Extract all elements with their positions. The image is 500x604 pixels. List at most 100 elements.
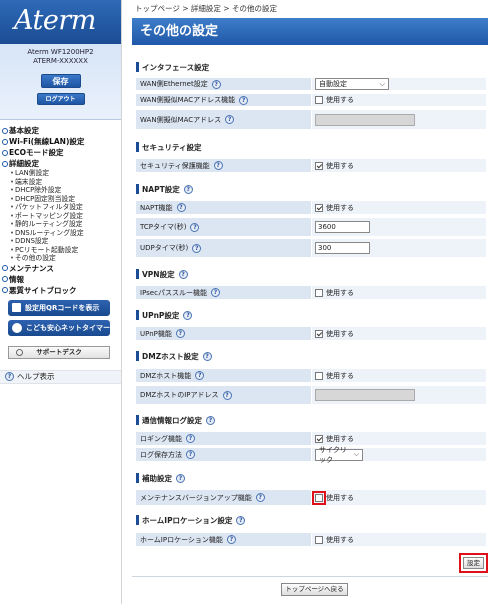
save-button[interactable]: 保存 — [40, 74, 81, 88]
help-icon[interactable]: ? — [176, 473, 185, 483]
row-dmz-func: DMZホスト機能? 使用する — [136, 369, 486, 383]
nav-bullet-icon — [2, 265, 8, 271]
help-icon[interactable]: ? — [195, 371, 205, 380]
help-icon[interactable]: ? — [239, 95, 249, 105]
subnav-dhcp-exclude[interactable]: •DHCP除外設定 — [10, 186, 121, 195]
nav-bullet-icon — [2, 287, 8, 293]
row-logging: ロギング機能? 使用する — [136, 432, 486, 446]
subnav-device[interactable]: •端末設定 — [10, 178, 121, 187]
help-icon[interactable]: ? — [210, 288, 220, 297]
kids-timer-button[interactable]: こども安心ネットタイマー — [8, 319, 110, 336]
subnav-packet-filter[interactable]: •パケットフィルタ設定 — [10, 203, 121, 212]
nav-bullet-icon — [2, 127, 8, 134]
timer-icon — [12, 322, 22, 333]
help-icon[interactable]: ? — [202, 351, 212, 361]
section-interface: インタフェース設定 — [136, 61, 209, 73]
security-func-checkbox[interactable] — [315, 161, 323, 170]
row-maint-version: メンテナンスバージョンアップ機能? 使用する — [136, 490, 486, 506]
chevron-down-icon: ⌵ — [379, 79, 385, 88]
nav-basic-settings[interactable]: 基本設定 — [2, 125, 121, 136]
chevron-down-icon: ⌵ — [353, 450, 359, 458]
help-icon[interactable]: ? — [190, 222, 200, 232]
subnav-lan[interactable]: •LAN側設定 — [10, 169, 121, 178]
nav-wifi-settings[interactable]: Wi-Fi(無線LAN)設定 — [2, 136, 121, 147]
help-icon[interactable]: ? — [176, 203, 186, 212]
help-icon[interactable]: ? — [213, 161, 223, 170]
dmz-func-checkbox[interactable] — [315, 371, 323, 380]
detail-settings-submenu: •LAN側設定 •端末設定 •DHCP除外設定 •DHCP固定割当設定 •パケッ… — [2, 169, 121, 263]
row-napt-func: NAPT機能? 使用する — [136, 201, 486, 215]
row-udp-timer: UDPタイマ(秒)? 300 — [136, 239, 486, 258]
maint-version-checkbox[interactable] — [312, 490, 326, 505]
qr-code-button[interactable]: 設定用QRコードを表示 — [8, 299, 110, 316]
wan-mac-func-checkbox[interactable] — [315, 96, 323, 104]
device-info-box: Aterm WF1200HP2 ATERM-XXXXXX 保存 ログアウト — [0, 44, 121, 120]
side-nav: 基本設定 Wi-Fi(無線LAN)設定 ECOモード設定 詳細設定 •LAN側設… — [0, 120, 121, 296]
nav-bullet-icon — [2, 276, 8, 282]
row-wan-mac-addr: WAN側擬似MACアドレス? — [136, 110, 486, 130]
device-model: Aterm WF1200HP2 — [27, 48, 94, 56]
sidebar: Aterm Aterm WF1200HP2 ATERM-XXXXXX 保存 ログ… — [0, 0, 122, 604]
subnav-port-mapping[interactable]: •ポートマッピング設定 — [10, 212, 121, 221]
help-icon[interactable]: ? — [178, 269, 188, 279]
nav-info[interactable]: 情報 — [2, 274, 121, 285]
subnav-dns-routing[interactable]: •DNSルーティング設定 — [10, 229, 121, 238]
dmz-ip-input[interactable] — [315, 389, 415, 401]
set-button[interactable]: 設定 — [463, 557, 484, 569]
section-home-ip: ホームIPロケーション設定? — [136, 514, 246, 526]
section-aux: 補助設定? — [136, 472, 185, 484]
row-home-ip-func: ホームIPロケーション機能? 使用する — [136, 533, 486, 547]
nav-bullet-icon — [2, 160, 8, 167]
subnav-ddns[interactable]: •DDNS設定 — [10, 237, 121, 246]
home-ip-checkbox[interactable] — [315, 535, 323, 544]
section-security: セキュリティ設定 — [136, 141, 202, 153]
row-wan-ethernet: WAN側Ethernet設定? 自動設定 ⌵ — [136, 78, 486, 91]
nav-maintenance[interactable]: メンテナンス — [2, 263, 121, 274]
wan-ethernet-select[interactable]: 自動設定 ⌵ — [315, 78, 389, 90]
help-icon[interactable]: ? — [226, 535, 236, 544]
help-icon[interactable]: ? — [175, 329, 185, 338]
help-icon[interactable]: ? — [186, 434, 195, 443]
logging-checkbox[interactable] — [315, 434, 323, 443]
aterm-logo: Aterm — [0, 0, 121, 44]
row-wan-mac-func: WAN側擬似MACアドレス機能? 使用する — [136, 94, 486, 107]
logout-button[interactable]: ログアウト — [36, 93, 85, 105]
wan-mac-addr-input[interactable] — [315, 113, 415, 126]
upnp-func-checkbox[interactable] — [315, 329, 323, 338]
help-icon[interactable]: ? — [225, 115, 235, 124]
help-icon: ? — [5, 372, 14, 381]
row-dmz-ip: DMZホストのIPアドレス? — [136, 386, 486, 405]
subnav-pc-remote[interactable]: •PCリモート起動設定 — [10, 246, 121, 255]
row-security-func: セキュリティ保護機能? 使用する — [136, 159, 486, 173]
help-display-link[interactable]: ? ヘルプ表示 — [0, 369, 121, 384]
subnav-dhcp-fixed[interactable]: •DHCP固定割当設定 — [10, 195, 121, 204]
help-icon[interactable]: ? — [222, 390, 232, 400]
help-icon[interactable]: ? — [186, 450, 195, 459]
page-title: その他の設定 — [132, 18, 488, 45]
help-icon[interactable]: ? — [236, 515, 246, 525]
napt-func-checkbox[interactable] — [315, 203, 323, 212]
udp-timer-input[interactable]: 300 — [315, 242, 370, 254]
help-icon[interactable]: ? — [255, 493, 265, 502]
help-icon[interactable]: ? — [192, 243, 202, 253]
log-method-select[interactable]: サイクリック ⌵ — [315, 446, 363, 464]
subnav-other-settings[interactable]: •その他の設定 — [10, 254, 121, 263]
help-icon[interactable]: ? — [183, 184, 193, 194]
breadcrumb: トップページ > 詳細設定 > その他の設定 — [135, 4, 277, 13]
support-desk-button[interactable]: サポートデスク — [8, 345, 110, 359]
help-icon[interactable]: ? — [211, 79, 221, 89]
subnav-static-routing[interactable]: •静的ルーティング設定 — [10, 220, 121, 229]
section-vpn: VPN設定? — [136, 268, 188, 280]
nav-malicious-site-block[interactable]: 悪質サイトブロック — [2, 285, 121, 296]
set-button-highlight: 設定 — [459, 553, 488, 573]
section-upnp: UPnP設定? — [136, 309, 193, 321]
nav-detail-settings[interactable]: 詳細設定 — [2, 158, 121, 169]
tcp-timer-input[interactable]: 3600 — [315, 221, 370, 233]
ipsec-checkbox[interactable] — [315, 288, 323, 297]
back-to-top-button[interactable]: トップページへ戻る — [281, 583, 348, 596]
nav-eco-mode[interactable]: ECOモード設定 — [2, 147, 121, 158]
help-icon[interactable]: ? — [206, 415, 215, 425]
help-icon[interactable]: ? — [183, 310, 193, 320]
section-dmz: DMZホスト設定? — [136, 350, 212, 362]
support-icon — [16, 348, 23, 356]
